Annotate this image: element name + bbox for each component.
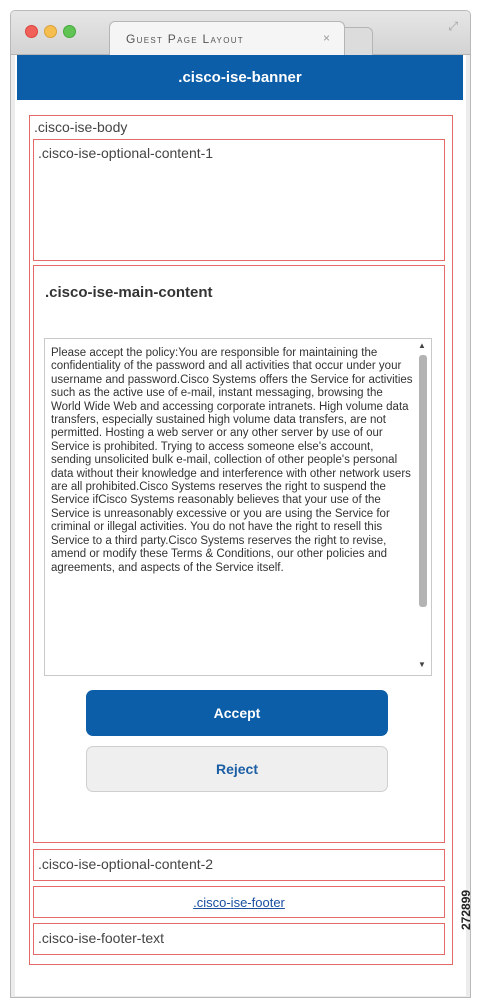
- footer-link[interactable]: .cisco-ise-footer: [34, 895, 444, 910]
- body-region-label: .cisco-ise-body: [34, 119, 128, 135]
- chevron-up-icon[interactable]: ▲: [418, 341, 426, 350]
- tab-title: Guest Page Layout: [126, 32, 244, 46]
- main-content-region: .cisco-ise-main-content Please accept th…: [33, 265, 445, 843]
- browser-window: Guest Page Layout × ⤢ .cisco-ise-banner …: [10, 10, 471, 998]
- zoom-window-button[interactable]: [63, 25, 76, 38]
- reject-button[interactable]: Reject: [86, 746, 388, 792]
- banner: .cisco-ise-banner: [17, 55, 463, 100]
- resize-icon[interactable]: ⤢: [448, 19, 458, 34]
- page-content: .cisco-ise-banner .cisco-ise-body .cisco…: [15, 55, 466, 996]
- close-icon[interactable]: ×: [323, 31, 330, 45]
- minimize-window-button[interactable]: [44, 25, 57, 38]
- policy-textarea[interactable]: Please accept the policy:You are respons…: [44, 338, 432, 676]
- footer-text-region: .cisco-ise-footer-text: [33, 923, 445, 955]
- optional-content-1-region: .cisco-ise-optional-content-1: [33, 139, 445, 261]
- title-bar: Guest Page Layout × ⤢: [11, 11, 470, 55]
- optional-content-2-region: .cisco-ise-optional-content-2: [33, 849, 445, 881]
- tab-guest-page-layout[interactable]: Guest Page Layout ×: [109, 21, 345, 55]
- accept-button[interactable]: Accept: [86, 690, 388, 736]
- footer-text-label: .cisco-ise-footer-text: [38, 930, 165, 946]
- optional-content-2-label: .cisco-ise-optional-content-2: [38, 856, 214, 872]
- scrollbar-thumb[interactable]: [419, 355, 427, 607]
- optional-content-1-label: .cisco-ise-optional-content-1: [38, 145, 214, 161]
- policy-text: Please accept the policy:You are respons…: [51, 347, 413, 574]
- chevron-down-icon[interactable]: ▼: [418, 660, 426, 669]
- policy-scrollbar[interactable]: ▲ ▼: [416, 341, 429, 671]
- main-content-title: .cisco-ise-main-content: [45, 284, 213, 301]
- figure-id: 272899: [459, 889, 473, 930]
- close-window-button[interactable]: [25, 25, 38, 38]
- footer-region: .cisco-ise-footer: [33, 886, 445, 918]
